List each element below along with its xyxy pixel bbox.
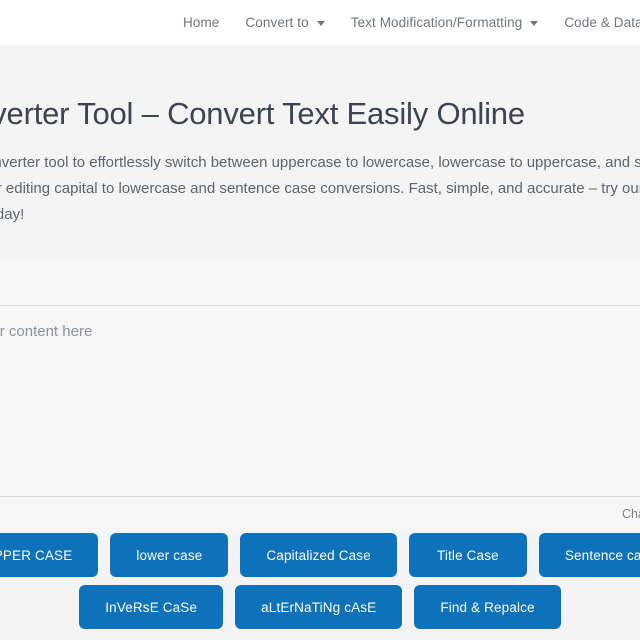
character-counter: Characters: 0 | Words: 0 — [621, 506, 640, 521]
action-buttons-section: UPPER CASE lower case Capitalized Case T… — [0, 533, 640, 637]
action-buttons-row-2: InVeRsE CaSe aLtErNaTiNg cAsE Find & Rep… — [0, 585, 640, 629]
nav-items-container: Home Convert to Text Modification/Format… — [183, 0, 640, 45]
nav-item-code-data-tools[interactable]: Code & Data Tools — [564, 16, 640, 30]
textarea-label: Enter your text — [0, 260, 640, 289]
nav-item-home[interactable]: Home — [183, 16, 219, 30]
find-and-replace-button[interactable]: Find & Repalce — [414, 585, 561, 629]
alternating-case-button[interactable]: aLtErNaTiNg cAsE — [235, 585, 403, 629]
chevron-down-icon — [530, 21, 539, 26]
chevron-down-icon — [316, 21, 325, 26]
nav-item-code-data-tools-label: Code & Data Tools — [564, 14, 640, 30]
nav-item-text-modification-formatting-label: Text Modification/Formatting — [350, 14, 523, 30]
page-content: Case Converter Tool – Convert Text Easil… — [0, 45, 640, 640]
inverse-case-button[interactable]: InVeRsE CaSe — [79, 585, 224, 629]
uppercase-button[interactable]: UPPER CASE — [0, 533, 99, 577]
page-title: Case Converter Tool – Convert Text Easil… — [0, 96, 525, 131]
title-case-button[interactable]: Title Case — [408, 533, 527, 577]
action-buttons-row-1: UPPER CASE lower case Capitalized Case T… — [0, 533, 640, 577]
converter-card: Enter your text Characters: 0 | Words: 0 — [0, 260, 640, 531]
capitalized-case-button[interactable]: Capitalized Case — [240, 533, 397, 577]
page-description: Use our free case converter tool to effo… — [0, 154, 640, 223]
nav-item-text-modification-formatting[interactable]: Text Modification/Formatting — [351, 16, 539, 30]
nav-item-home-label: Home — [183, 14, 220, 30]
nav-item-convert-to[interactable]: Convert to — [245, 14, 325, 30]
main-navigation-bar: Home Convert to Text Modification/Format… — [0, 0, 640, 45]
lowercase-button[interactable]: lower case — [110, 533, 229, 577]
textarea-container — [0, 304, 640, 497]
sentence-case-button[interactable]: Sentence case — [538, 533, 640, 577]
hero-section: Case Converter Tool – Convert Text Easil… — [0, 95, 640, 228]
nav-item-convert-to-label: Convert to — [245, 14, 309, 30]
counter-row: Characters: 0 | Words: 0 — [0, 497, 640, 531]
text-input-textarea[interactable] — [0, 305, 640, 496]
browser-viewport: Home Convert to Text Modification/Format… — [0, 0, 640, 640]
